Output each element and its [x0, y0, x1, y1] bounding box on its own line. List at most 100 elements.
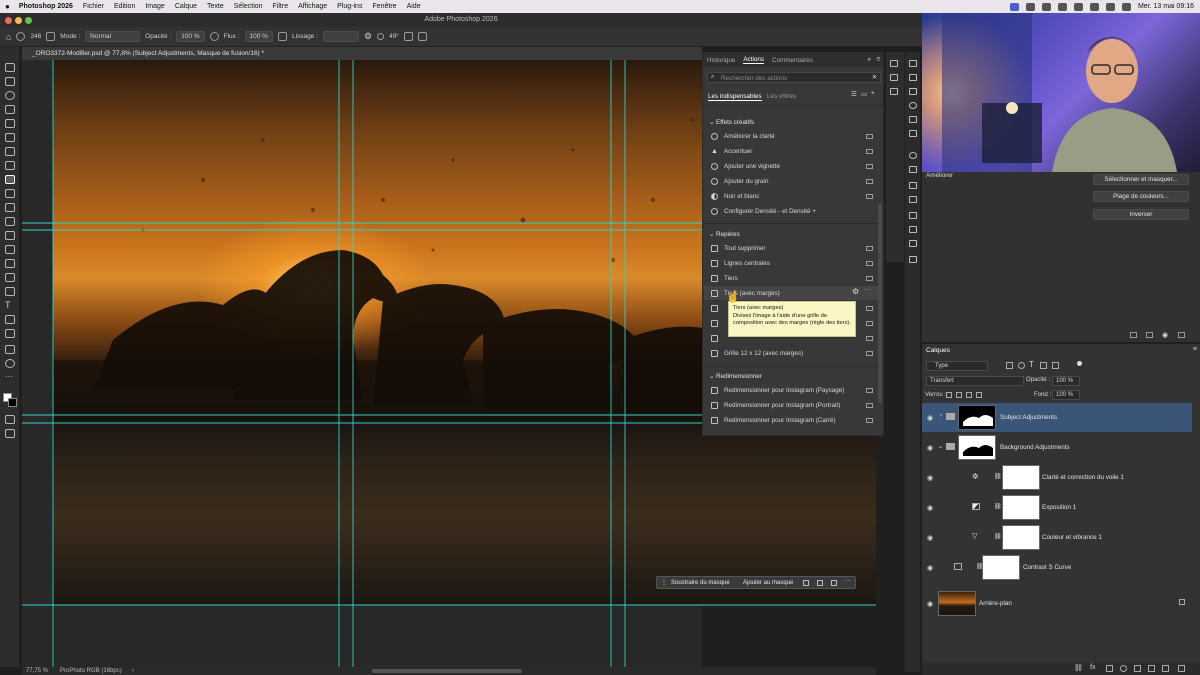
layer-row-selected[interactable]: ◉ › Subject Adjustments	[922, 403, 1192, 432]
mask-option-icon[interactable]	[831, 580, 837, 586]
layer-opacity-field[interactable]: 100 %	[1052, 376, 1080, 386]
zoom-level[interactable]: 77,75 %	[26, 667, 48, 675]
action-run-icon[interactable]	[866, 351, 873, 356]
opacity-field[interactable]: 100 %	[176, 31, 205, 42]
mask-option-icon[interactable]	[817, 580, 823, 586]
document-tab[interactable]: _ORO3372-Modifier.psd @ 77,8% (Subject A…	[22, 47, 702, 60]
type-tool-icon[interactable]: T	[5, 301, 15, 310]
pressure-opacity-icon[interactable]	[209, 32, 219, 41]
menu-texte[interactable]: Texte	[207, 3, 224, 10]
group-effets-creatifs[interactable]: ⌄ Effets créatifs	[709, 119, 754, 126]
layer-thumbnail[interactable]	[938, 591, 976, 616]
screen-mode-icon[interactable]	[5, 429, 15, 438]
menu-image[interactable]: Image	[145, 3, 164, 10]
close-window-icon[interactable]	[5, 17, 12, 24]
airbrush-icon[interactable]	[277, 32, 287, 41]
layers-panel-title[interactable]: Calques	[926, 347, 950, 354]
layer-mask-thumbnail[interactable]	[1002, 525, 1040, 550]
expand-chevron-icon[interactable]: ›	[940, 413, 942, 419]
link-icon[interactable]: ⛓	[994, 503, 1002, 510]
visibility-icon[interactable]: ◉	[927, 414, 933, 422]
lock-icon[interactable]	[1179, 599, 1185, 605]
screen-record-icon[interactable]	[1009, 2, 1019, 11]
menu-calque[interactable]: Calque	[175, 3, 197, 10]
gear-icon[interactable]: ⚙	[364, 31, 372, 42]
layer-row[interactable]: ◉ ⛓ Exposition 1	[922, 493, 1192, 522]
panel-scrollbar[interactable]	[878, 203, 882, 403]
symmetry-icon[interactable]	[417, 32, 427, 41]
eraser-tool-icon[interactable]	[5, 217, 15, 226]
status-chevron-icon[interactable]: ›	[132, 667, 134, 675]
lock-all-icon[interactable]	[976, 392, 982, 398]
actions-icon[interactable]	[890, 74, 898, 81]
visibility-icon[interactable]: ◉	[927, 504, 933, 512]
action-row[interactable]: Ajouter une vignette	[711, 160, 780, 173]
action-row[interactable]: Grille 12 x 12 (avec marges)	[711, 347, 803, 360]
action-row[interactable]: Tiers	[711, 272, 738, 285]
lock-position-icon[interactable]	[966, 392, 972, 398]
healing-brush-tool-icon[interactable]	[5, 161, 15, 170]
action-row[interactable]: Redimensionner pour Instagram (Carré)	[711, 414, 836, 427]
brush-settings-icon[interactable]	[46, 32, 56, 41]
gradient-icon[interactable]	[909, 88, 917, 95]
action-run-icon[interactable]	[866, 306, 873, 311]
menu-selection[interactable]: Sélection	[234, 3, 263, 10]
clear-search-icon[interactable]: ✕	[872, 74, 877, 81]
action-row[interactable]: Lignes centrales	[711, 257, 770, 270]
add-mask-icon[interactable]	[1106, 665, 1113, 672]
comments-icon[interactable]	[890, 88, 898, 95]
gradient-tool-icon[interactable]	[5, 231, 15, 240]
filter-shape-icon[interactable]	[1040, 362, 1047, 369]
mode-select[interactable]: Normal	[85, 31, 141, 42]
filter-pixel-icon[interactable]	[1006, 362, 1013, 369]
eyedropper-tool-icon[interactable]	[5, 147, 15, 156]
action-row[interactable]: ▲ Accentuer	[711, 145, 752, 158]
layer-mask-thumbnail[interactable]	[958, 405, 996, 430]
hand-tool-icon[interactable]	[5, 345, 15, 354]
blur-tool-icon[interactable]	[5, 245, 15, 254]
filter-smart-object-icon[interactable]	[1052, 362, 1059, 369]
tab-commentaires[interactable]: Commentaires	[772, 57, 813, 64]
properties-icon[interactable]	[909, 130, 917, 137]
pen-tool-icon[interactable]	[5, 273, 15, 282]
background-color-swatch[interactable]	[8, 398, 17, 407]
search-icon[interactable]	[1105, 2, 1115, 11]
tab-actions[interactable]: Actions	[743, 56, 765, 64]
action-row[interactable]: Configurer Densité - et Densité +	[711, 205, 816, 218]
link-layers-icon[interactable]: ⛓	[1074, 664, 1083, 672]
marquee-tool-icon[interactable]	[5, 77, 15, 86]
action-run-icon[interactable]	[866, 336, 873, 341]
new-adjustment-icon[interactable]	[1120, 665, 1127, 672]
list-view-icon[interactable]: ☰	[851, 91, 857, 98]
layer-mask-thumbnail[interactable]	[1002, 465, 1040, 490]
object-select-tool-icon[interactable]	[5, 105, 15, 114]
pressure-size-icon[interactable]	[403, 32, 413, 41]
invert-button[interactable]: Inverser	[1093, 209, 1189, 220]
layer-row[interactable]: ◉ ✲ ⛓ Clarté et correction du voile 1	[922, 463, 1192, 492]
drag-handle-icon[interactable]: ⋮	[661, 579, 667, 586]
angle-field[interactable]: 49°	[389, 33, 399, 40]
layer-row[interactable]: ◉ ⌄ Background Adjustments	[922, 433, 1192, 462]
filter-adjustment-icon[interactable]	[1018, 362, 1025, 369]
channels-icon[interactable]	[909, 182, 917, 189]
subtab-indispensables[interactable]: Les indispensables	[708, 93, 762, 101]
action-run-icon[interactable]	[866, 179, 873, 184]
character-icon[interactable]	[909, 226, 917, 233]
layer-kind-filter[interactable]: Type	[926, 361, 988, 371]
trash-icon[interactable]	[1178, 665, 1185, 672]
properties-preset-label[interactable]: Améliorer	[926, 172, 953, 179]
visibility-icon[interactable]: ◉	[927, 600, 933, 608]
gear-icon[interactable]: ⚙	[852, 287, 859, 296]
menu-affichage[interactable]: Affichage	[298, 3, 327, 10]
collapse-icon[interactable]: »	[867, 56, 871, 63]
expand-chevron-icon[interactable]: ⌄	[938, 443, 943, 450]
action-row[interactable]	[711, 302, 718, 315]
select-and-mask-button[interactable]: Sélectionner et masquer...	[1093, 174, 1189, 185]
flow-field[interactable]: 100 %	[244, 31, 273, 42]
brush-size[interactable]: 246	[30, 33, 41, 40]
history-brush-tool-icon[interactable]	[5, 203, 15, 212]
rectangle-tool-icon[interactable]	[5, 329, 15, 338]
paragraph-icon[interactable]	[909, 240, 917, 247]
action-run-icon[interactable]	[866, 261, 873, 266]
action-run-icon[interactable]	[866, 246, 873, 251]
